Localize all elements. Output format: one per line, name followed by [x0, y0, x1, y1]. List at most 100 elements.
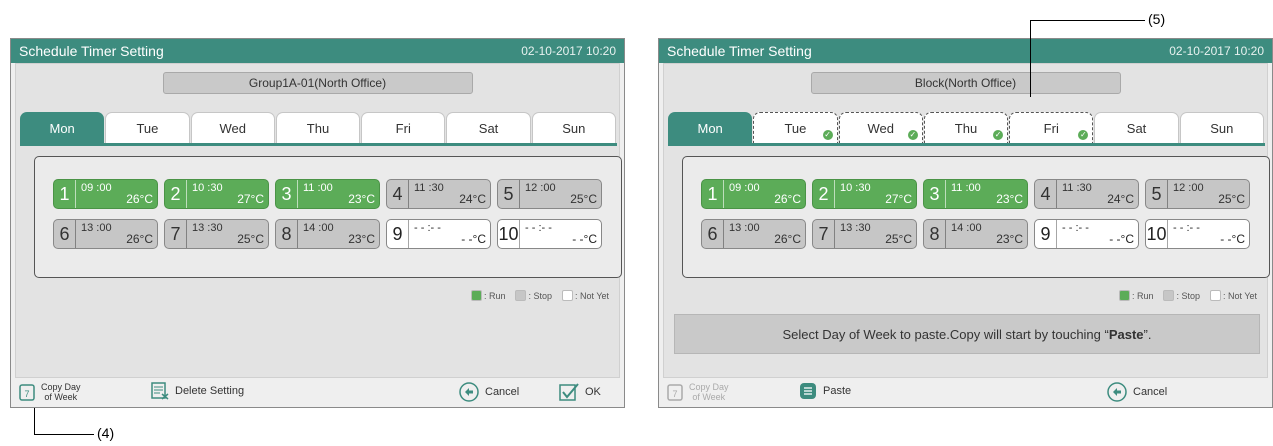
- timer-slots-panel: 1 09 :00 26°C 2 10 :30 27°C 3 11 :00 23°C 4 11 :30…: [682, 156, 1270, 278]
- timer-slot-5[interactable]: 5 12 :00 25°C: [1145, 179, 1250, 209]
- slot-number: 9: [1035, 220, 1057, 248]
- tab-tue[interactable]: Tue ✓: [753, 112, 838, 143]
- screen-title: Schedule Timer Setting: [667, 43, 812, 59]
- slot-temperature: 26°C: [126, 232, 153, 246]
- tab-wed[interactable]: Wed ✓: [838, 112, 923, 143]
- tab-label: Tue: [784, 120, 807, 136]
- timer-slot-1[interactable]: 1 09 :00 26°C: [53, 179, 158, 209]
- timer-slot-10[interactable]: 10 - - :- - - -°C: [1145, 219, 1250, 249]
- timer-slot-2[interactable]: 2 10 :30 27°C: [164, 179, 269, 209]
- callout-5-label: (5): [1148, 11, 1166, 27]
- slot-number: 1: [702, 180, 724, 208]
- legend: : Run : Stop : Not Yet: [470, 290, 609, 301]
- slot-number: 8: [276, 220, 298, 248]
- calendar-icon: 7: [667, 384, 683, 401]
- slot-time: 14 :00: [303, 222, 334, 234]
- cancel-label: Cancel: [1133, 386, 1168, 398]
- timer-slot-8[interactable]: 8 14 :00 23°C: [275, 219, 380, 249]
- delete-list-icon: [151, 382, 169, 400]
- timer-slot-7[interactable]: 7 13 :30 25°C: [812, 219, 917, 249]
- tab-sun[interactable]: Sun: [1179, 112, 1264, 143]
- legend: : Run : Stop : Not Yet: [1118, 290, 1257, 301]
- slot-temperature: 24°C: [459, 192, 486, 206]
- tab-mon[interactable]: Mon: [668, 112, 753, 143]
- ok-button[interactable]: OK: [559, 382, 601, 402]
- slot-temperature: 23°C: [348, 232, 375, 246]
- slot-time: - - :- -: [1062, 222, 1089, 234]
- tab-thu[interactable]: Thu: [275, 112, 361, 143]
- paste-label: Paste: [823, 385, 852, 397]
- slot-time: 11 :30: [414, 182, 444, 194]
- group-name[interactable]: Group1A-01(North Office): [162, 72, 473, 94]
- slot-time: 11 :30: [1062, 182, 1092, 194]
- slot-time: 13 :00: [729, 222, 760, 234]
- slot-number: 7: [165, 220, 187, 248]
- timer-slot-2[interactable]: 2 10 :30 27°C: [812, 179, 917, 209]
- slot-time: 12 :00: [1173, 182, 1204, 194]
- check-icon: ✓: [993, 130, 1004, 140]
- paste-button[interactable]: Paste: [799, 382, 851, 400]
- timer-slot-1[interactable]: 1 09 :00 26°C: [701, 179, 806, 209]
- timer-slot-6[interactable]: 6 13 :00 26°C: [53, 219, 158, 249]
- timer-slot-3[interactable]: 3 11 :00 23°C: [275, 179, 380, 209]
- tab-tue[interactable]: Tue: [105, 112, 190, 143]
- message-end: ”.: [1143, 326, 1152, 342]
- screen-title: Schedule Timer Setting: [19, 43, 164, 59]
- timer-slot-3[interactable]: 3 11 :00 23°C: [923, 179, 1028, 209]
- tab-sat[interactable]: Sat: [1094, 112, 1179, 143]
- slot-time: 09 :00: [729, 182, 760, 194]
- slot-temperature: 23°C: [348, 192, 375, 206]
- tab-fri[interactable]: Fri ✓: [1009, 112, 1094, 143]
- copy-day-of-week-button[interactable]: 7 Copy Day of Week: [19, 382, 81, 402]
- callout-4-label: (4): [97, 425, 115, 441]
- timer-slot-9[interactable]: 9 - - :- - - -°C: [386, 219, 491, 249]
- check-icon: ✓: [822, 130, 833, 140]
- copy-label-line2: of Week: [44, 392, 78, 402]
- slot-temperature: 25°C: [1218, 192, 1245, 206]
- stop-swatch: [515, 290, 527, 301]
- tab-wed[interactable]: Wed: [190, 112, 275, 143]
- schedule-screen-left: Schedule Timer Setting 02-10-2017 10:20 …: [10, 38, 625, 408]
- slot-temperature: - -°C: [461, 232, 486, 246]
- message-paste-word: Paste: [1108, 326, 1144, 342]
- slot-number: 10: [498, 220, 520, 248]
- svg-text:7: 7: [24, 389, 29, 399]
- tab-mon[interactable]: Mon: [20, 112, 105, 143]
- schedule-screen-right: Schedule Timer Setting 02-10-2017 10:20 …: [658, 38, 1273, 408]
- timer-slot-6[interactable]: 6 13 :00 26°C: [701, 219, 806, 249]
- slot-time: 11 :00: [951, 182, 981, 194]
- svg-text:7: 7: [672, 389, 677, 399]
- delete-setting-button[interactable]: Delete Setting: [151, 382, 244, 400]
- group-name[interactable]: Block(North Office): [810, 72, 1121, 94]
- slot-number: 8: [924, 220, 946, 248]
- tab-fri[interactable]: Fri: [361, 112, 446, 143]
- slot-time: 11 :00: [303, 182, 333, 194]
- legend-run: : Run: [1131, 290, 1154, 301]
- copy-day-of-week-button[interactable]: 7 Copy Day of Week: [667, 382, 729, 402]
- slot-temperature: 27°C: [237, 192, 264, 206]
- slot-time: 12 :00: [525, 182, 556, 194]
- timer-slot-4[interactable]: 4 11 :30 24°C: [386, 179, 491, 209]
- slot-temperature: - -°C: [572, 232, 597, 246]
- slot-number: 2: [813, 180, 835, 208]
- slot-number: 1: [54, 180, 76, 208]
- slot-number: 5: [1146, 180, 1168, 208]
- tab-sat[interactable]: Sat: [446, 112, 531, 143]
- timer-slot-5[interactable]: 5 12 :00 25°C: [497, 179, 602, 209]
- timer-slot-4[interactable]: 4 11 :30 24°C: [1034, 179, 1139, 209]
- cancel-button[interactable]: Cancel: [1107, 382, 1167, 402]
- run-swatch: [1118, 290, 1130, 301]
- day-tabs: Mon Tue Wed Thu Fri Sat Sun: [20, 112, 617, 146]
- timer-slot-7[interactable]: 7 13 :30 25°C: [164, 219, 269, 249]
- callout-5-horizontal-line: [1030, 20, 1145, 21]
- run-swatch: [470, 290, 482, 301]
- timer-slot-10[interactable]: 10 - - :- - - -°C: [497, 219, 602, 249]
- timer-slot-8[interactable]: 8 14 :00 23°C: [923, 219, 1028, 249]
- tab-sun[interactable]: Sun: [531, 112, 616, 143]
- slot-time: 10 :30: [192, 182, 223, 194]
- tab-thu[interactable]: Thu ✓: [923, 112, 1009, 143]
- cancel-button[interactable]: Cancel: [459, 382, 519, 402]
- timer-slot-9[interactable]: 9 - - :- - - -°C: [1034, 219, 1139, 249]
- slot-number: 3: [276, 180, 298, 208]
- tab-label: Sun: [1210, 120, 1234, 136]
